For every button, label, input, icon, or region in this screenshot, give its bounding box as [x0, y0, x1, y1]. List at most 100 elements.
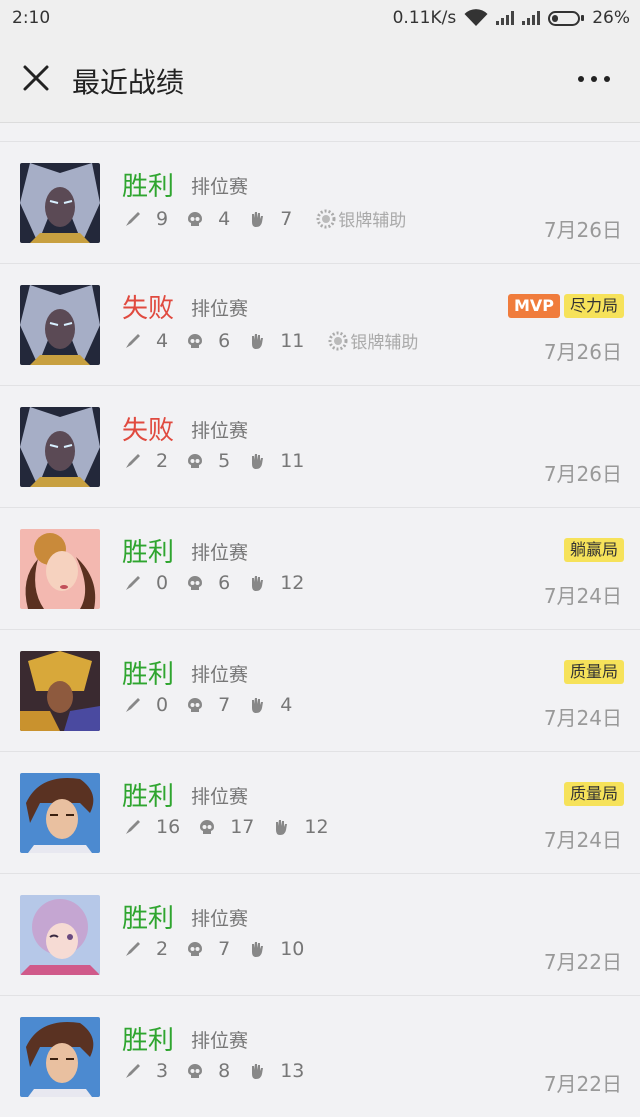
skull-icon	[200, 820, 215, 834]
hand-icon	[252, 333, 264, 349]
skull-icon	[188, 211, 203, 226]
deaths-count: 17	[230, 816, 255, 838]
match-mode: 排位赛	[191, 908, 249, 930]
sword-icon	[126, 454, 140, 468]
assists-count: 10	[280, 938, 305, 960]
kda-stats: 0 7 4	[124, 694, 310, 716]
match-date: 7月24日	[543, 584, 622, 608]
match-date: 7月22日	[543, 950, 622, 974]
hero-avatar	[20, 529, 100, 609]
match-date: 7月22日	[543, 1072, 622, 1096]
kills-count: 2	[156, 450, 169, 472]
sword-icon	[126, 333, 140, 348]
kills-count: 3	[156, 1060, 169, 1082]
hand-icon	[252, 698, 264, 713]
hand-icon	[252, 942, 264, 957]
kills-count: 16	[156, 816, 181, 838]
match-result: 胜利	[122, 1026, 175, 1056]
result-badge: MVP	[507, 294, 560, 318]
match-date: 7月24日	[543, 706, 622, 730]
sword-icon	[126, 211, 140, 226]
kda-stats: 9 4 7 银牌辅助	[124, 206, 406, 231]
kills-count: 0	[156, 572, 169, 594]
match-mode: 排位赛	[191, 664, 249, 686]
gear-icon	[316, 209, 336, 228]
hero-avatar	[20, 651, 100, 731]
match-mode: 排位赛	[191, 298, 249, 320]
skull-icon	[188, 698, 203, 712]
wifi-icon	[464, 9, 488, 26]
match-result: 胜利	[122, 660, 175, 690]
close-icon[interactable]	[20, 62, 52, 94]
status-bar: 2:10 0.11K/s 26%	[0, 0, 640, 38]
skull-icon	[188, 576, 203, 590]
badge-group: 躺赢局	[563, 538, 624, 562]
deaths-count: 6	[218, 329, 231, 352]
kda-stats: 16 17 12	[124, 816, 347, 838]
match-result: 失败	[122, 294, 175, 324]
assists-count: 12	[280, 572, 305, 594]
deaths-count: 8	[218, 1060, 231, 1082]
network-speed: 0.11K/s	[392, 8, 457, 28]
match-result: 失败	[122, 416, 175, 446]
sword-icon	[126, 576, 140, 590]
kills-count: 0	[156, 694, 169, 716]
kda-stats: 2 5 11	[124, 450, 322, 472]
deaths-count: 5	[218, 450, 231, 472]
skull-icon	[188, 1064, 203, 1078]
result-badge: 躺赢局	[563, 538, 624, 562]
match-result: 胜利	[122, 782, 175, 812]
match-result: 胜利	[122, 538, 175, 568]
hero-avatar	[20, 895, 100, 975]
assists-count: 12	[304, 816, 329, 838]
match-row[interactable]: 失败 排位赛 4 6 11 银牌辅助 MVP 尽力局 7月26日	[0, 263, 640, 385]
deaths-count: 4	[218, 207, 231, 230]
match-row[interactable]: 失败 排位赛 2 5 11 7月26日	[0, 385, 640, 507]
match-mode: 排位赛	[191, 542, 249, 564]
hero-avatar	[20, 285, 100, 365]
match-row[interactable]: 胜利 排位赛 16 17 12 质量局 7月24日	[0, 751, 640, 873]
match-row[interactable]: 胜利 排位赛 3 8 13 7月22日	[0, 995, 640, 1117]
badge-group: MVP 尽力局	[507, 294, 624, 318]
deaths-count: 7	[218, 938, 231, 960]
deaths-count: 7	[218, 694, 231, 716]
assists-count: 7	[280, 207, 293, 230]
badge-group: 质量局	[563, 782, 624, 806]
assists-count: 13	[280, 1060, 305, 1082]
skull-icon	[188, 942, 203, 956]
nav-bar: 最近战绩	[0, 38, 640, 123]
match-row[interactable]: 胜利 排位赛 0 6 12 躺赢局 7月24日	[0, 507, 640, 629]
hero-avatar	[20, 163, 100, 243]
match-date: 7月26日	[543, 218, 622, 242]
kda-stats: 4 6 11 银牌辅助	[124, 328, 418, 353]
page-title: 最近战绩	[72, 66, 185, 99]
match-mode: 排位赛	[191, 420, 249, 442]
assists-count: 11	[280, 329, 305, 352]
hand-icon	[252, 454, 264, 469]
signal-icon	[522, 11, 541, 25]
match-result: 胜利	[122, 904, 175, 934]
deaths-count: 6	[218, 572, 231, 594]
assists-count: 11	[280, 450, 305, 472]
sword-icon	[126, 1064, 140, 1078]
gear-icon	[328, 331, 348, 350]
sword-icon	[126, 820, 140, 834]
match-date: 7月26日	[543, 462, 622, 486]
hero-avatar	[20, 1017, 100, 1097]
match-row[interactable]: 胜利 排位赛 2 7 10 7月22日	[0, 873, 640, 995]
result-badge: 质量局	[563, 660, 624, 684]
medal-tag: 银牌辅助	[328, 328, 418, 353]
kda-stats: 0 6 12	[124, 572, 322, 594]
skull-icon	[188, 454, 203, 468]
kills-count: 2	[156, 938, 169, 960]
medal-label: 银牌辅助	[338, 211, 407, 231]
signal-icon	[496, 11, 515, 25]
medal-tag: 银牌辅助	[316, 206, 406, 231]
sword-icon	[126, 698, 140, 712]
skull-icon	[188, 333, 203, 348]
more-icon[interactable]	[578, 76, 610, 82]
match-row[interactable]: 胜利 排位赛 9 4 7 银牌辅助 7月26日	[0, 141, 640, 263]
match-row[interactable]: 胜利 排位赛 0 7 4 质量局 7月24日	[0, 629, 640, 751]
assists-count: 4	[280, 694, 293, 716]
medal-label: 银牌辅助	[350, 333, 419, 353]
